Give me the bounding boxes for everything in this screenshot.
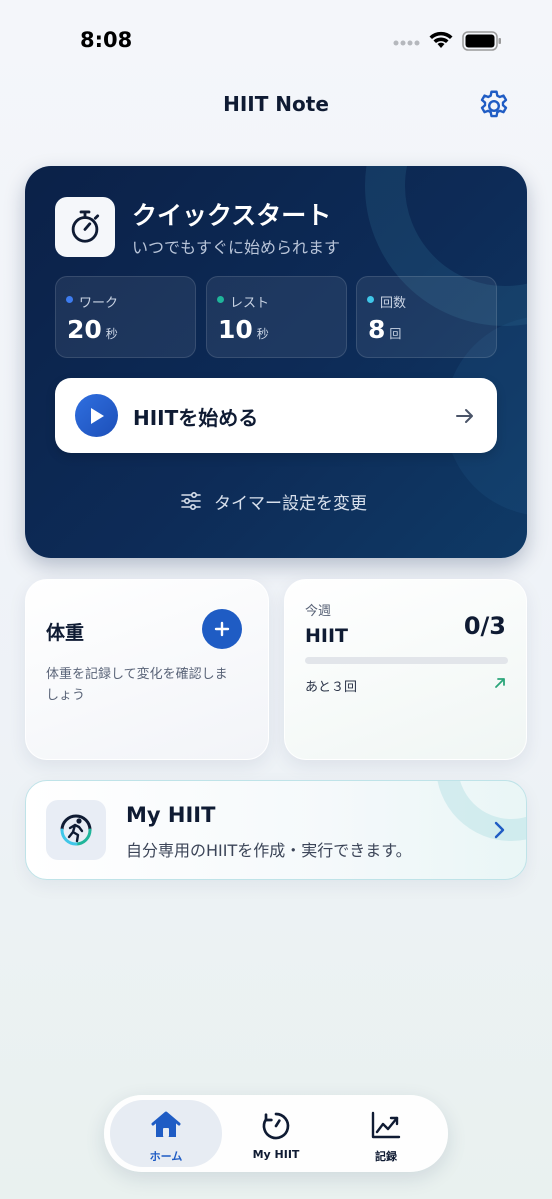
gear-icon (480, 90, 508, 118)
timer-icon (262, 1112, 290, 1140)
tab-bar: ホーム My HIIT 記録 (104, 1095, 448, 1172)
weight-title: 体重 (46, 622, 85, 644)
my-hiit-card[interactable]: My HIIT 自分専用のHIITを作成・実行できます。 (25, 780, 527, 880)
play-icon (75, 394, 118, 437)
running-person-icon (60, 814, 92, 846)
work-unit: 秒 (105, 327, 118, 341)
rounds-label: 回数 (380, 296, 407, 311)
work-label: ワーク (79, 296, 119, 311)
timer-settings-button[interactable]: タイマー設定を変更 (180, 488, 367, 514)
tab-records[interactable]: 記録 (330, 1100, 442, 1167)
arrow-right-icon (456, 409, 473, 423)
week-remaining: あと３回 (305, 680, 358, 695)
week-count: 0/3 (463, 612, 506, 640)
timer-settings-label: タイマー設定を変更 (214, 493, 367, 514)
rest-value-row: 10 秒 (218, 315, 269, 344)
rounds-value-row: 8回 (368, 315, 401, 344)
my-hiit-title: My HIIT (126, 803, 216, 827)
tab-records-label: 記録 (375, 1150, 397, 1163)
work-dot-icon (66, 296, 73, 303)
trend-up-icon (495, 678, 505, 688)
rounds-dot-icon (367, 296, 374, 303)
rest-dot-icon (217, 296, 224, 303)
plus-icon (214, 621, 230, 637)
weight-card[interactable]: 体重 体重を記録して変化を確認しましょう (25, 579, 269, 760)
start-hiit-label: HIITを始める (133, 406, 259, 430)
work-value-row: 20 秒 (67, 315, 118, 344)
wifi-icon (429, 31, 453, 48)
add-weight-button[interactable] (202, 609, 242, 649)
weight-description: 体重を記録して変化を確認しましょう (46, 667, 228, 703)
battery-icon (462, 31, 501, 51)
decorative-ring (436, 781, 526, 841)
tab-my-hiit-label: My HIIT (252, 1148, 300, 1161)
home-icon (151, 1111, 181, 1137)
week-progress-bar (305, 657, 508, 664)
quick-start-title: クイックスタート (132, 201, 332, 230)
my-hiit-icon-box (46, 800, 106, 860)
quick-start-icon-box (55, 197, 115, 257)
rounds-value: 8 (368, 315, 386, 344)
work-value: 20 (67, 315, 102, 344)
chart-icon (371, 1111, 401, 1139)
tab-home-label: ホーム (149, 1150, 183, 1163)
quick-start-card: クイックスタート いつでもすぐに始められます ワーク 20 秒 レスト 10 秒 回… (25, 166, 527, 558)
rest-value: 10 (218, 315, 253, 344)
quick-start-subtitle: いつでもすぐに始められます (132, 238, 341, 257)
week-label: 今週 (305, 604, 332, 619)
my-hiit-description: 自分専用のHIITを作成・実行できます。 (126, 841, 412, 860)
stopwatch-icon (71, 210, 100, 243)
tab-home[interactable]: ホーム (110, 1100, 222, 1167)
weekly-hiit-card[interactable]: 今週 HIIT 0/3 あと３回 (284, 579, 527, 760)
rounds-stat[interactable]: 回数 8回 (356, 276, 497, 358)
sliders-icon (181, 491, 201, 511)
work-stat[interactable]: ワーク 20 秒 (55, 276, 196, 358)
tab-my-hiit[interactable]: My HIIT (220, 1100, 332, 1167)
signal-icon (393, 40, 420, 46)
rest-label: レスト (230, 296, 270, 311)
settings-button[interactable] (476, 88, 512, 124)
chevron-right-icon (494, 821, 505, 839)
page-title: HIIT Note (223, 92, 329, 116)
status-bar: 8:08 (0, 0, 552, 80)
rounds-unit: 回 (389, 327, 402, 341)
rest-unit: 秒 (256, 327, 269, 341)
start-hiit-button[interactable]: HIITを始める (55, 378, 497, 453)
week-title: HIIT (305, 625, 349, 647)
status-time: 8:08 (80, 28, 133, 52)
rest-stat[interactable]: レスト 10 秒 (206, 276, 347, 358)
